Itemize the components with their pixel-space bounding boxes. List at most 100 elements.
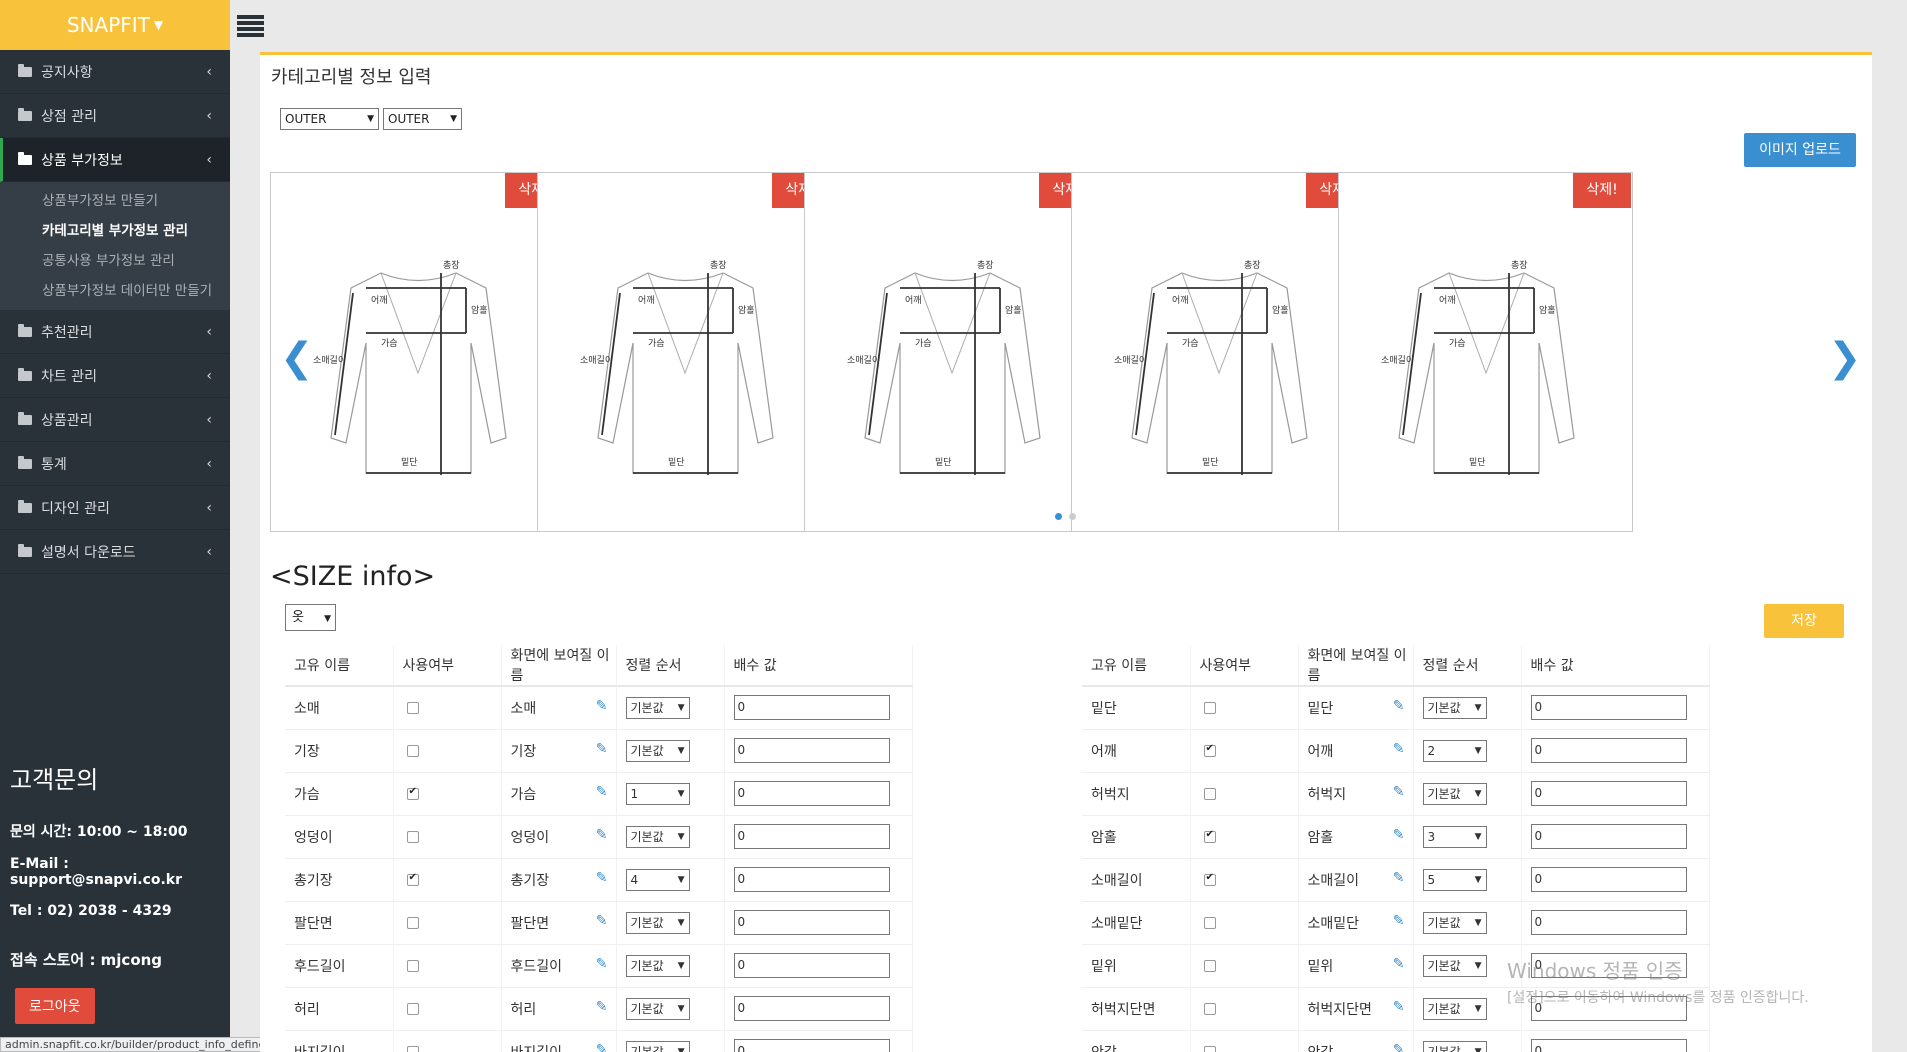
order-select[interactable]: 기본값 ▼ bbox=[1422, 911, 1487, 934]
pencil-edit-icon[interactable]: ✎ bbox=[596, 870, 608, 886]
order-select[interactable]: 기본값 ▼ bbox=[625, 1040, 690, 1052]
sidebar-item-3[interactable]: 추천관리 ‹ bbox=[0, 310, 230, 354]
pencil-edit-icon[interactable]: ✎ bbox=[596, 956, 608, 972]
use-checkbox[interactable] bbox=[406, 872, 419, 886]
multiplier-input[interactable]: 0 bbox=[1530, 781, 1687, 806]
multiplier-input[interactable]: 0 bbox=[733, 996, 890, 1021]
subnav-item-0[interactable]: 상품부가정보 만들기 bbox=[0, 186, 230, 216]
carousel-dot-1[interactable] bbox=[1055, 513, 1062, 520]
sidebar-item-8[interactable]: 설명서 다운로드 ‹ bbox=[0, 530, 230, 574]
display-name: 팔단면 bbox=[510, 915, 550, 932]
use-checkbox[interactable] bbox=[1203, 829, 1216, 843]
carousel-dot-2[interactable] bbox=[1069, 513, 1076, 520]
pencil-edit-icon[interactable]: ✎ bbox=[1393, 741, 1405, 757]
sidebar-item-5[interactable]: 상품관리 ‹ bbox=[0, 398, 230, 442]
multiplier-input[interactable]: 0 bbox=[1530, 738, 1687, 763]
order-select[interactable]: 기본값 ▼ bbox=[625, 911, 690, 934]
pencil-edit-icon[interactable]: ✎ bbox=[596, 999, 608, 1015]
multiplier-input[interactable]: 0 bbox=[733, 953, 890, 978]
use-checkbox[interactable] bbox=[406, 830, 419, 843]
use-checkbox[interactable] bbox=[1203, 916, 1216, 929]
use-checkbox[interactable] bbox=[406, 786, 419, 800]
multiplier-input[interactable]: 0 bbox=[733, 910, 890, 935]
use-checkbox[interactable] bbox=[406, 916, 419, 929]
use-checkbox[interactable] bbox=[1203, 872, 1216, 886]
sidebar-item-6[interactable]: 통계 ‹ bbox=[0, 442, 230, 486]
menu-list-icon[interactable] bbox=[237, 15, 264, 37]
category-select-1[interactable]: OUTER ▼ bbox=[280, 108, 379, 130]
pencil-edit-icon[interactable]: ✎ bbox=[596, 784, 608, 800]
label-chong: 총장 bbox=[710, 260, 727, 271]
pencil-edit-icon[interactable]: ✎ bbox=[596, 913, 608, 929]
multiplier-input[interactable]: 0 bbox=[1530, 824, 1687, 849]
order-select[interactable]: 기본값 ▼ bbox=[625, 997, 690, 1020]
use-checkbox[interactable] bbox=[1203, 787, 1216, 800]
multiplier-input[interactable]: 0 bbox=[733, 1039, 890, 1052]
order-select[interactable]: 기본값 ▼ bbox=[625, 696, 690, 719]
order-select[interactable]: 기본값 ▼ bbox=[625, 739, 690, 762]
order-select[interactable]: 3 ▼ bbox=[1422, 825, 1487, 848]
multiplier-input[interactable]: 0 bbox=[733, 738, 890, 763]
multiplier-input[interactable]: 0 bbox=[733, 824, 890, 849]
multiplier-input[interactable]: 0 bbox=[1530, 1039, 1687, 1052]
subnav-item-2[interactable]: 공통사용 부가정보 관리 bbox=[0, 246, 230, 276]
pencil-edit-icon[interactable]: ✎ bbox=[1393, 698, 1405, 714]
multiplier-input[interactable]: 0 bbox=[733, 781, 890, 806]
order-select[interactable]: 기본값 ▼ bbox=[1422, 696, 1487, 719]
pencil-edit-icon[interactable]: ✎ bbox=[1393, 999, 1405, 1015]
order-select[interactable]: 1 ▼ bbox=[625, 782, 690, 805]
use-checkbox[interactable] bbox=[1203, 959, 1216, 972]
subnav-item-1[interactable]: 카테고리별 부가정보 관리 bbox=[0, 216, 230, 246]
size-type-select[interactable]: 옷 ▼ bbox=[285, 604, 336, 631]
use-checkbox[interactable] bbox=[406, 1002, 419, 1015]
subnav-item-3[interactable]: 상품부가정보 데이터만 만들기 bbox=[0, 276, 230, 306]
use-checkbox[interactable] bbox=[406, 1045, 419, 1052]
sidebar-item-2[interactable]: 상품 부가정보 ‹ bbox=[0, 138, 230, 182]
order-select[interactable]: 2 ▼ bbox=[1422, 739, 1487, 762]
image-upload-button[interactable]: 이미지 업로드 bbox=[1744, 133, 1856, 167]
delete-button[interactable]: 삭제! bbox=[1573, 173, 1631, 208]
order-select[interactable]: 기본값 ▼ bbox=[1422, 997, 1487, 1020]
brand-dropdown[interactable]: SNAPFIT ▼ bbox=[0, 0, 230, 50]
carousel-prev-icon[interactable]: ❮ bbox=[280, 335, 314, 381]
pencil-edit-icon[interactable]: ✎ bbox=[596, 741, 608, 757]
order-select[interactable]: 5 ▼ bbox=[1422, 868, 1487, 891]
sidebar-item-4[interactable]: 차트 관리 ‹ bbox=[0, 354, 230, 398]
order-select[interactable]: 기본값 ▼ bbox=[1422, 782, 1487, 805]
use-checkbox[interactable] bbox=[1203, 1002, 1216, 1015]
order-select[interactable]: 기본값 ▼ bbox=[625, 825, 690, 848]
multiplier-input[interactable]: 0 bbox=[733, 695, 890, 721]
logout-button[interactable]: 로그아웃 bbox=[15, 988, 95, 1024]
carousel-next-icon[interactable]: ❯ bbox=[1828, 335, 1862, 381]
pencil-edit-icon[interactable]: ✎ bbox=[1393, 827, 1405, 843]
pencil-edit-icon[interactable]: ✎ bbox=[1393, 913, 1405, 929]
use-checkbox[interactable] bbox=[1203, 701, 1216, 714]
sidebar-item-0[interactable]: 공지사항 ‹ bbox=[0, 50, 230, 94]
pencil-edit-icon[interactable]: ✎ bbox=[1393, 956, 1405, 972]
use-checkbox[interactable] bbox=[406, 744, 419, 757]
chevron-left-icon: ‹ bbox=[206, 367, 212, 384]
pencil-edit-icon[interactable]: ✎ bbox=[596, 1042, 608, 1052]
multiplier-input[interactable]: 0 bbox=[1530, 867, 1687, 892]
multiplier-input[interactable]: 0 bbox=[1530, 910, 1687, 935]
use-checkbox[interactable] bbox=[406, 959, 419, 972]
pencil-edit-icon[interactable]: ✎ bbox=[596, 827, 608, 843]
use-checkbox[interactable] bbox=[406, 701, 419, 714]
display-name: 총기장 bbox=[510, 872, 550, 889]
multiplier-input[interactable]: 0 bbox=[1530, 695, 1687, 721]
pencil-edit-icon[interactable]: ✎ bbox=[1393, 870, 1405, 886]
order-select[interactable]: 기본값 ▼ bbox=[625, 954, 690, 977]
pencil-edit-icon[interactable]: ✎ bbox=[596, 698, 608, 714]
sidebar-item-1[interactable]: 상점 관리 ‹ bbox=[0, 94, 230, 138]
pencil-edit-icon[interactable]: ✎ bbox=[1393, 784, 1405, 800]
use-checkbox[interactable] bbox=[1203, 1045, 1216, 1052]
order-select[interactable]: 4 ▼ bbox=[625, 868, 690, 891]
save-button[interactable]: 저장 bbox=[1764, 604, 1844, 638]
sidebar-item-7[interactable]: 디자인 관리 ‹ bbox=[0, 486, 230, 530]
category-select-2[interactable]: OUTER ▼ bbox=[383, 108, 462, 130]
pencil-edit-icon[interactable]: ✎ bbox=[1393, 1042, 1405, 1052]
order-select[interactable]: 기본값 ▼ bbox=[1422, 954, 1487, 977]
order-select[interactable]: 기본값 ▼ bbox=[1422, 1040, 1487, 1052]
use-checkbox[interactable] bbox=[1203, 743, 1216, 757]
multiplier-input[interactable]: 0 bbox=[733, 867, 890, 892]
